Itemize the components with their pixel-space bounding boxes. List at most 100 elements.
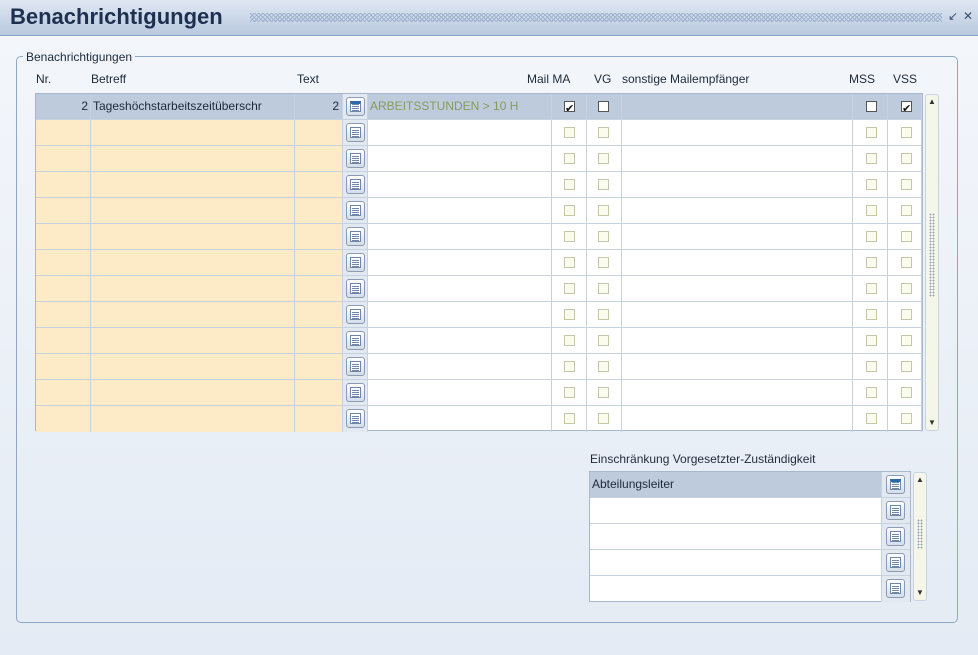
- betreff-cell[interactable]: [91, 354, 295, 380]
- betreff-cell[interactable]: [91, 198, 295, 224]
- vg-checkbox[interactable]: [598, 257, 609, 268]
- mail-ma-checkbox[interactable]: [564, 361, 575, 372]
- table-row[interactable]: [36, 328, 922, 354]
- nr-cell[interactable]: [36, 198, 91, 224]
- table-row[interactable]: [36, 354, 922, 380]
- list-picker-icon[interactable]: [346, 409, 365, 428]
- text-desc-cell[interactable]: [368, 224, 552, 250]
- table-row[interactable]: [36, 198, 922, 224]
- restriction-cell[interactable]: [590, 576, 882, 602]
- scroll-down-icon[interactable]: ▼: [914, 587, 926, 599]
- mss-checkbox[interactable]: [866, 231, 877, 242]
- mail-ma-checkbox[interactable]: [564, 153, 575, 164]
- mss-checkbox[interactable]: [866, 309, 877, 320]
- betreff-cell[interactable]: Tageshöchstarbeitszeitüberschr: [91, 94, 295, 120]
- vg-checkbox[interactable]: [598, 127, 609, 138]
- restriction-cell[interactable]: [590, 550, 882, 576]
- sonstige-cell[interactable]: [622, 94, 853, 120]
- nr-cell[interactable]: [36, 406, 91, 432]
- list-picker-icon[interactable]: [346, 123, 365, 142]
- vg-checkbox[interactable]: [598, 387, 609, 398]
- nr-cell[interactable]: [36, 224, 91, 250]
- vss-checkbox[interactable]: [901, 231, 912, 242]
- nr-cell[interactable]: [36, 302, 91, 328]
- vg-checkbox[interactable]: [598, 413, 609, 424]
- vg-checkbox[interactable]: [598, 309, 609, 320]
- scroll-up-icon[interactable]: ▲: [914, 474, 926, 486]
- text-desc-cell[interactable]: [368, 406, 552, 432]
- text-nr-cell[interactable]: [295, 146, 343, 172]
- sonstige-cell[interactable]: [622, 120, 853, 146]
- mail-ma-checkbox[interactable]: [564, 179, 575, 190]
- betreff-cell[interactable]: [91, 406, 295, 432]
- mail-ma-checkbox[interactable]: [564, 283, 575, 294]
- scroll-down-icon[interactable]: ▼: [926, 417, 938, 429]
- text-nr-cell[interactable]: [295, 406, 343, 432]
- text-desc-cell[interactable]: [368, 276, 552, 302]
- restriction-cell[interactable]: Abteilungsleiter: [590, 472, 882, 498]
- vss-checkbox[interactable]: [901, 335, 912, 346]
- table-row[interactable]: [36, 120, 922, 146]
- sonstige-cell[interactable]: [622, 224, 853, 250]
- vss-checkbox[interactable]: [901, 179, 912, 190]
- vss-checkbox[interactable]: [901, 309, 912, 320]
- vg-checkbox[interactable]: [598, 231, 609, 242]
- text-desc-cell[interactable]: [368, 302, 552, 328]
- betreff-cell[interactable]: [91, 224, 295, 250]
- list-picker-icon[interactable]: [346, 357, 365, 376]
- sonstige-cell[interactable]: [622, 406, 853, 432]
- text-nr-cell[interactable]: [295, 328, 343, 354]
- text-nr-cell[interactable]: [295, 172, 343, 198]
- sonstige-cell[interactable]: [622, 198, 853, 224]
- restriction-cell[interactable]: [590, 498, 882, 524]
- vss-checkbox[interactable]: [901, 153, 912, 164]
- betreff-cell[interactable]: [91, 250, 295, 276]
- betreff-cell[interactable]: [91, 146, 295, 172]
- restriction-row[interactable]: [590, 498, 910, 524]
- table-row[interactable]: [36, 406, 922, 432]
- sonstige-cell[interactable]: [622, 146, 853, 172]
- list-picker-icon[interactable]: [346, 149, 365, 168]
- text-nr-cell[interactable]: [295, 354, 343, 380]
- list-picker-icon[interactable]: [886, 527, 905, 546]
- mss-checkbox[interactable]: [866, 335, 877, 346]
- vss-checkbox[interactable]: [901, 127, 912, 138]
- text-desc-cell[interactable]: [368, 172, 552, 198]
- mail-ma-checkbox[interactable]: [564, 97, 575, 119]
- nr-cell[interactable]: 2: [36, 94, 91, 120]
- betreff-cell[interactable]: [91, 302, 295, 328]
- sonstige-cell[interactable]: [622, 328, 853, 354]
- betreff-cell[interactable]: [91, 120, 295, 146]
- nr-cell[interactable]: [36, 380, 91, 406]
- text-desc-cell[interactable]: [368, 250, 552, 276]
- sonstige-cell[interactable]: [622, 354, 853, 380]
- list-picker-icon[interactable]: [346, 305, 365, 324]
- betreff-cell[interactable]: [91, 172, 295, 198]
- text-nr-cell[interactable]: [295, 302, 343, 328]
- mail-ma-checkbox[interactable]: [564, 205, 575, 216]
- vg-checkbox[interactable]: [598, 101, 609, 112]
- restriction-row[interactable]: [590, 576, 910, 602]
- text-desc-cell[interactable]: [368, 198, 552, 224]
- betreff-cell[interactable]: [91, 380, 295, 406]
- vg-checkbox[interactable]: [598, 205, 609, 216]
- betreff-cell[interactable]: [91, 328, 295, 354]
- table-row[interactable]: [36, 146, 922, 172]
- table-row[interactable]: [36, 302, 922, 328]
- mss-checkbox[interactable]: [866, 179, 877, 190]
- text-desc-cell[interactable]: [368, 146, 552, 172]
- nr-cell[interactable]: [36, 250, 91, 276]
- list-picker-icon[interactable]: [886, 579, 905, 598]
- text-nr-cell[interactable]: [295, 276, 343, 302]
- table-row[interactable]: [36, 250, 922, 276]
- table-row[interactable]: [36, 276, 922, 302]
- list-picker-icon[interactable]: [346, 201, 365, 220]
- restriction-scrollbar[interactable]: ▲ ▼: [913, 472, 927, 601]
- mail-ma-checkbox[interactable]: [564, 413, 575, 424]
- vss-checkbox[interactable]: [901, 257, 912, 268]
- vg-checkbox[interactable]: [598, 179, 609, 190]
- text-desc-cell[interactable]: [368, 120, 552, 146]
- text-desc-cell[interactable]: [368, 380, 552, 406]
- nr-cell[interactable]: [36, 328, 91, 354]
- nr-cell[interactable]: [36, 354, 91, 380]
